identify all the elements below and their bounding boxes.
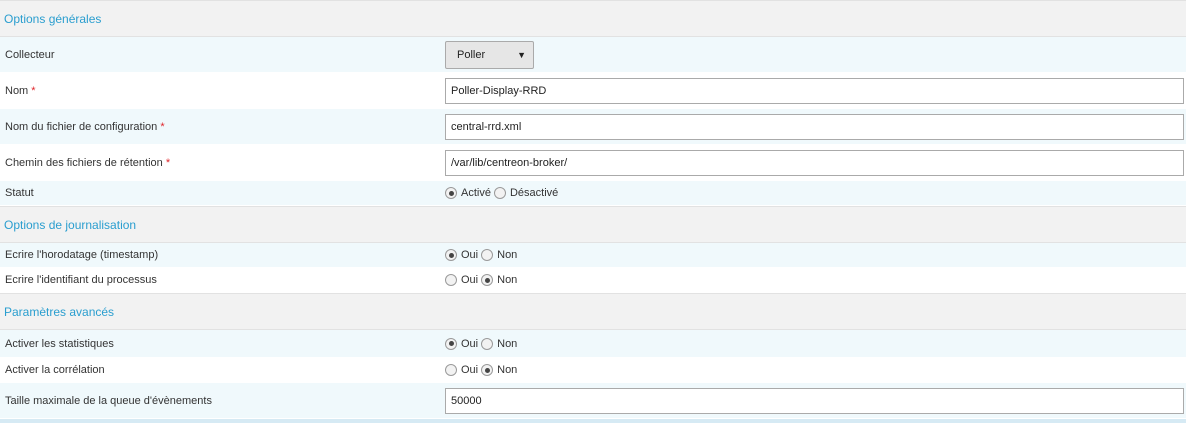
status-disabled-option[interactable]: Désactivé bbox=[493, 187, 559, 199]
stats-no-label: Non bbox=[497, 337, 518, 350]
required-marker: * bbox=[31, 84, 36, 97]
timestamp-no-label: Non bbox=[497, 249, 518, 261]
thread-id-row: Ecrire l'identifiant du processus Oui No… bbox=[0, 268, 1186, 293]
timestamp-yes-radio[interactable] bbox=[445, 249, 457, 261]
stats-row: Activer les statistiques Oui Non bbox=[0, 330, 1186, 358]
section-logging-title: Options de journalisation bbox=[4, 217, 137, 232]
chevron-down-icon: ▼ bbox=[517, 49, 526, 60]
form-bottom-border bbox=[0, 419, 1186, 423]
queue-size-label: Taille maximale de la queue d'évènements bbox=[5, 394, 212, 407]
correlation-no-option[interactable]: Non bbox=[481, 364, 517, 376]
thread-id-label: Ecrire l'identifiant du processus bbox=[5, 274, 157, 286]
timestamp-yes-option[interactable]: Oui bbox=[445, 249, 478, 261]
stats-yes-radio[interactable] bbox=[445, 337, 457, 350]
status-enabled-label: Activé bbox=[461, 187, 491, 199]
timestamp-label: Ecrire l'horodatage (timestamp) bbox=[5, 249, 159, 261]
timestamp-no-option[interactable]: Non bbox=[481, 249, 517, 261]
status-enabled-radio[interactable] bbox=[445, 187, 457, 199]
status-row: Statut Activé Désactivé bbox=[0, 181, 1186, 206]
timestamp-row: Ecrire l'horodatage (timestamp) Oui Non bbox=[0, 243, 1186, 268]
required-marker: * bbox=[160, 120, 165, 133]
queue-size-row: Taille maximale de la queue d'évènements… bbox=[0, 383, 1186, 419]
thread-id-no-label: Non bbox=[497, 274, 518, 286]
timestamp-yes-label: Oui bbox=[461, 249, 479, 261]
correlation-yes-label: Oui bbox=[461, 364, 479, 376]
config-file-row: Nom du fichier de configuration * centra… bbox=[0, 109, 1186, 145]
correlation-no-radio[interactable] bbox=[481, 364, 494, 376]
poller-select-value: Poller bbox=[457, 48, 486, 61]
name-row: Nom * Poller-Display-RRD bbox=[0, 73, 1186, 109]
status-disabled-radio[interactable] bbox=[493, 187, 506, 199]
section-logging-header: Options de journalisation bbox=[0, 206, 1186, 243]
broker-config-form: Options générales Collecteur Poller ▼ No… bbox=[0, 0, 1186, 423]
required-marker: * bbox=[165, 156, 171, 169]
section-advanced-title: Paramètres avancés bbox=[4, 304, 115, 319]
correlation-no-label: Non bbox=[497, 364, 518, 376]
retention-path-row: Chemin des fichiers de rétention * /var/… bbox=[0, 145, 1186, 181]
poller-select[interactable]: Poller ▼ bbox=[445, 40, 534, 69]
stats-no-option[interactable]: Non bbox=[481, 337, 518, 350]
section-general-header: Options générales bbox=[0, 0, 1186, 37]
status-label: Statut bbox=[5, 187, 34, 199]
thread-id-yes-radio[interactable] bbox=[445, 274, 457, 286]
correlation-label: Activer la corrélation bbox=[5, 364, 105, 376]
timestamp-no-radio[interactable] bbox=[481, 249, 494, 261]
poller-label: Collecteur bbox=[5, 48, 55, 61]
correlation-row: Activer la corrélation Oui Non bbox=[0, 358, 1186, 383]
correlation-yes-option[interactable]: Oui bbox=[445, 364, 478, 376]
config-file-label: Nom du fichier de configuration * bbox=[5, 120, 165, 133]
thread-id-yes-option[interactable]: Oui bbox=[445, 274, 478, 286]
stats-yes-option[interactable]: Oui bbox=[445, 337, 479, 350]
queue-size-input[interactable]: 50000 bbox=[445, 387, 1184, 414]
stats-label: Activer les statistiques bbox=[5, 337, 114, 350]
section-general-title: Options générales bbox=[4, 11, 102, 26]
stats-no-radio[interactable] bbox=[481, 337, 494, 350]
retention-path-label: Chemin des fichiers de rétention * bbox=[5, 156, 171, 169]
config-file-input[interactable]: central-rrd.xml bbox=[445, 113, 1184, 140]
poller-row: Collecteur Poller ▼ bbox=[0, 37, 1186, 73]
thread-id-no-option[interactable]: Non bbox=[481, 274, 517, 286]
status-enabled-option[interactable]: Activé bbox=[445, 187, 491, 199]
status-disabled-label: Désactivé bbox=[509, 187, 559, 199]
thread-id-yes-label: Oui bbox=[461, 274, 479, 286]
thread-id-no-radio[interactable] bbox=[481, 274, 494, 286]
section-advanced-header: Paramètres avancés bbox=[0, 293, 1186, 330]
retention-path-input[interactable]: /var/lib/centreon-broker/ bbox=[445, 149, 1184, 176]
correlation-yes-radio[interactable] bbox=[445, 364, 457, 376]
stats-yes-label: Oui bbox=[461, 337, 479, 350]
name-label: Nom * bbox=[5, 84, 36, 97]
name-input[interactable]: Poller-Display-RRD bbox=[445, 77, 1184, 104]
